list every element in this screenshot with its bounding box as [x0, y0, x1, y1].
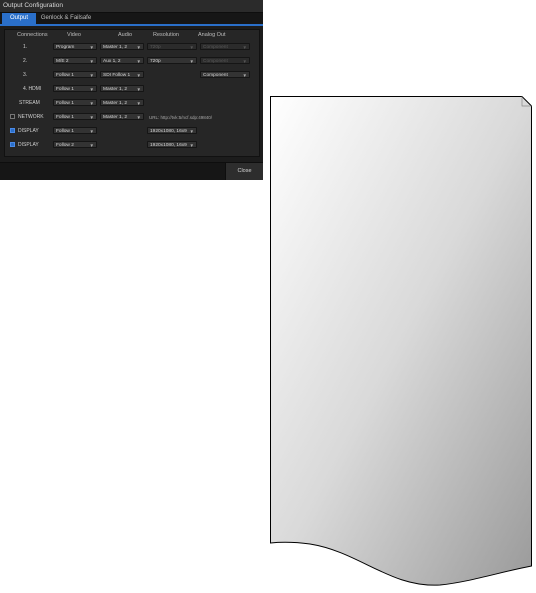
- tab-genlock-failsafe[interactable]: Genlock & Failsafe: [38, 13, 94, 24]
- select-value: Component: [203, 45, 228, 50]
- select-value: 720p: [150, 45, 161, 50]
- tab-bar: Output Genlock & Failsafe: [0, 13, 263, 26]
- row-label: NETWORK: [18, 114, 44, 120]
- chevron-down-icon: ▼: [189, 59, 194, 64]
- chevron-down-icon: ▼: [136, 87, 141, 92]
- chevron-down-icon: ▼: [89, 129, 94, 134]
- row-label: STREAM: [19, 100, 40, 106]
- row-label: DISPLAY: [18, 128, 39, 134]
- chevron-down-icon: ▼: [242, 59, 247, 64]
- select-value: SDI Follow 1: [103, 73, 131, 78]
- column-header-video: Video: [67, 32, 81, 38]
- row-label: 3.: [23, 72, 28, 78]
- select-value: Follow 1: [56, 87, 74, 92]
- chevron-down-icon: ▼: [242, 73, 247, 78]
- select-value: Follow 1: [56, 101, 74, 106]
- select-value: Master 1, 2: [103, 115, 127, 120]
- select-value: M/E 2: [56, 59, 69, 64]
- chevron-down-icon: ▼: [136, 73, 141, 78]
- select-value: Master 1, 2: [103, 87, 127, 92]
- document-page: [270, 96, 532, 586]
- chevron-down-icon: ▼: [136, 45, 141, 50]
- column-header-audio: Audio: [118, 32, 133, 38]
- network-url: URL: http://tvk:5/ncf.sdp:49840/: [149, 115, 213, 120]
- chevron-down-icon: ▼: [136, 101, 141, 106]
- video-select[interactable]: M/E 2 ▼: [53, 57, 97, 64]
- select-value: Follow 2: [56, 143, 74, 148]
- row-label: DISPLAY: [18, 142, 39, 148]
- video-select[interactable]: Follow 1 ▼: [53, 113, 97, 120]
- title-bar: Output Configuration: [0, 0, 263, 13]
- output-panel: Connections Video Audio Resolution Analo…: [4, 29, 260, 157]
- video-select[interactable]: Follow 2 ▼: [53, 141, 97, 148]
- select-value: 720p: [150, 59, 161, 64]
- select-value: Aux 1, 2: [103, 59, 121, 64]
- chevron-down-icon: ▼: [89, 73, 94, 78]
- select-value: Follow 1: [56, 73, 74, 78]
- analog-out-select: Component ▼: [200, 57, 250, 64]
- audio-select[interactable]: Master 1, 2 ▼: [100, 43, 144, 50]
- chevron-down-icon: ▼: [89, 115, 94, 120]
- select-value: Follow 1: [56, 115, 74, 120]
- video-select[interactable]: Follow 1 ▼: [53, 99, 97, 106]
- chevron-down-icon: ▼: [189, 45, 194, 50]
- select-value: 1920x1080, 16x9: [150, 129, 187, 134]
- resolution-select: 720p ▼: [147, 43, 197, 50]
- column-header-resolution: Resolution: [153, 32, 179, 38]
- tab-output[interactable]: Output: [2, 13, 36, 24]
- chevron-down-icon: ▼: [136, 59, 141, 64]
- select-value: Component: [203, 59, 228, 64]
- resolution-select[interactable]: 1920x1080, 16x9 ▼: [147, 127, 197, 134]
- select-value: Master 1, 2: [103, 45, 127, 50]
- audio-select[interactable]: SDI Follow 1 ▼: [100, 71, 144, 78]
- close-button[interactable]: Close: [225, 163, 263, 180]
- resolution-select[interactable]: 1920x1080, 16x9 ▼: [147, 141, 197, 148]
- resolution-select[interactable]: 720p ▼: [147, 57, 197, 64]
- network-checkbox[interactable]: [10, 114, 15, 119]
- audio-select[interactable]: Master 1, 2 ▼: [100, 113, 144, 120]
- chevron-down-icon: ▼: [89, 143, 94, 148]
- document-page-graphic: [270, 96, 532, 586]
- row-label: 1.: [23, 44, 28, 50]
- dialog-footer: Close: [0, 162, 263, 180]
- analog-out-select: Component ▼: [200, 43, 250, 50]
- video-select[interactable]: Follow 1 ▼: [53, 127, 97, 134]
- output-configuration-dialog: Output Configuration Output Genlock & Fa…: [0, 0, 263, 180]
- display-2-checkbox[interactable]: [10, 142, 15, 147]
- video-select[interactable]: Program ▼: [53, 43, 97, 50]
- chevron-down-icon: ▼: [89, 87, 94, 92]
- video-select[interactable]: Follow 1 ▼: [53, 71, 97, 78]
- video-select[interactable]: Follow 1 ▼: [53, 85, 97, 92]
- audio-select[interactable]: Master 1, 2 ▼: [100, 85, 144, 92]
- row-label: 4. HDMI: [23, 86, 42, 92]
- row-label: 2.: [23, 58, 28, 64]
- select-value: Component: [203, 73, 228, 78]
- window-title: Output Configuration: [3, 2, 63, 9]
- analog-out-select[interactable]: Component ▼: [200, 71, 250, 78]
- select-value: Follow 1: [56, 129, 74, 134]
- chevron-down-icon: ▼: [189, 129, 194, 134]
- audio-select[interactable]: Aux 1, 2 ▼: [100, 57, 144, 64]
- chevron-down-icon: ▼: [136, 115, 141, 120]
- select-value: Master 1, 2: [103, 101, 127, 106]
- display-1-checkbox[interactable]: [10, 128, 15, 133]
- chevron-down-icon: ▼: [89, 59, 94, 64]
- chevron-down-icon: ▼: [242, 45, 247, 50]
- chevron-down-icon: ▼: [189, 143, 194, 148]
- chevron-down-icon: ▼: [89, 101, 94, 106]
- audio-select[interactable]: Master 1, 2 ▼: [100, 99, 144, 106]
- column-header-analog-out: Analog Out: [198, 32, 226, 38]
- select-value: 1920x1080, 16x9: [150, 143, 187, 148]
- select-value: Program: [56, 45, 75, 50]
- column-header-connections: Connections: [17, 32, 48, 38]
- chevron-down-icon: ▼: [89, 45, 94, 50]
